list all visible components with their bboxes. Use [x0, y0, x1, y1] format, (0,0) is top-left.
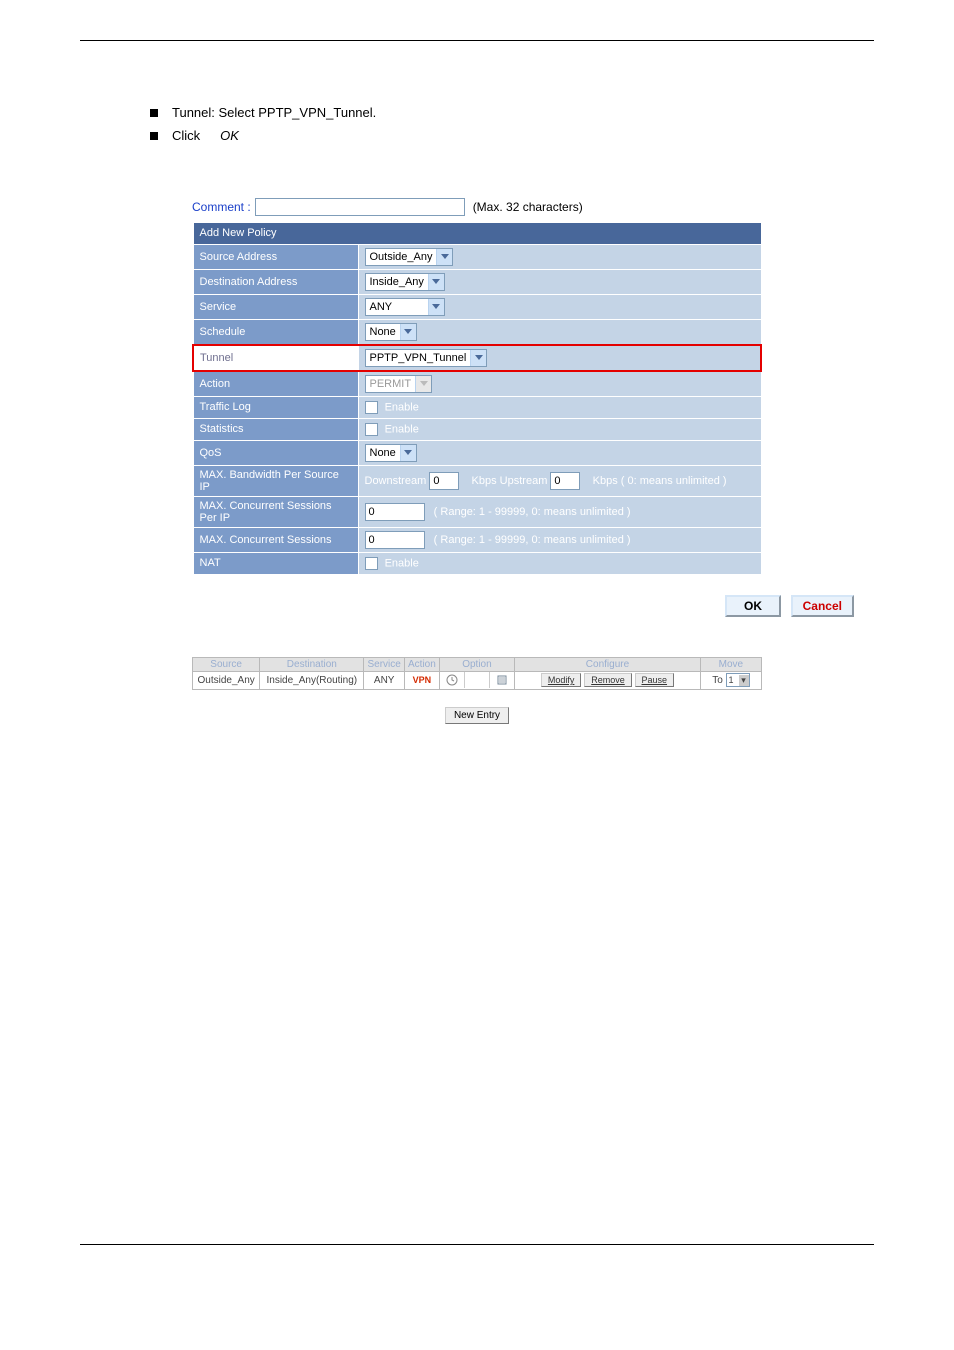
traffic-log-checkbox[interactable] — [365, 401, 378, 414]
service-label: Service — [193, 294, 358, 319]
service-select[interactable]: ANY — [365, 298, 445, 316]
enable-label: Enable — [385, 557, 419, 569]
enable-label: Enable — [385, 401, 419, 413]
chevron-down-icon — [436, 249, 452, 265]
move-select[interactable]: 1 ▾ — [726, 673, 750, 687]
traffic-log-label: Traffic Log — [193, 396, 358, 418]
new-entry-button[interactable]: New Entry — [445, 707, 509, 724]
cell-action: VPN — [413, 675, 432, 685]
cancel-button[interactable]: Cancel — [791, 595, 854, 617]
bullet-icon — [150, 132, 158, 140]
bullet-icon — [150, 109, 158, 117]
comment-input[interactable] — [255, 198, 465, 216]
statistics-checkbox[interactable] — [365, 423, 378, 436]
chevron-down-icon — [400, 445, 416, 461]
col-source: Source — [193, 657, 260, 671]
max-sessions-label: MAX. Concurrent Sessions — [193, 527, 358, 552]
ok-button[interactable]: OK — [725, 595, 781, 617]
bandwidth-note: Kbps ( 0: means unlimited ) — [593, 475, 727, 487]
chevron-down-icon — [400, 324, 416, 340]
schedule-select[interactable]: None — [365, 323, 417, 341]
schedule-label: Schedule — [193, 319, 358, 345]
sessions-note: ( Range: 1 - 99999, 0: means unlimited ) — [434, 534, 631, 546]
bullet-list: Tunnel: Select PPTP_VPN_Tunnel. Click OK — [150, 101, 954, 148]
col-configure: Configure — [515, 657, 701, 671]
modify-button[interactable]: Modify — [541, 673, 582, 687]
pause-button[interactable]: Pause — [635, 673, 675, 687]
tunnel-select[interactable]: PPTP_VPN_Tunnel — [365, 349, 488, 367]
enable-label: Enable — [385, 423, 419, 435]
cell-source: Outside_Any — [193, 671, 260, 689]
action-label: Action — [193, 371, 358, 397]
col-destination: Destination — [260, 657, 364, 671]
chevron-down-icon — [415, 376, 431, 392]
policy-list: Source Destination Service Action Option… — [192, 657, 762, 724]
source-select[interactable]: Outside_Any — [365, 248, 454, 266]
qos-select[interactable]: None — [365, 444, 417, 462]
col-action: Action — [405, 657, 440, 671]
source-label: Source Address — [193, 244, 358, 269]
col-move: Move — [700, 657, 761, 671]
upstream-label: Kbps Upstream — [472, 475, 548, 487]
remove-button[interactable]: Remove — [584, 673, 632, 687]
bullet-text: Click — [172, 124, 200, 147]
chevron-down-icon: ▾ — [739, 675, 749, 686]
max-sessions-input[interactable] — [365, 531, 425, 549]
qos-label: QoS — [193, 440, 358, 465]
max-sessions-ip-input[interactable] — [365, 503, 425, 521]
bullet-emphasis: OK — [220, 124, 239, 147]
form-header: Add New Policy — [193, 222, 761, 244]
max-bandwidth-label: MAX. Bandwidth Per Source IP — [193, 465, 358, 496]
nat-checkbox[interactable] — [365, 557, 378, 570]
action-select[interactable]: PERMIT — [365, 375, 433, 393]
chevron-down-icon — [428, 299, 444, 315]
table-row: Outside_Any Inside_Any(Routing) ANY VPN … — [193, 671, 762, 689]
move-to-label: To — [712, 675, 723, 686]
upstream-input[interactable] — [550, 472, 580, 490]
nat-label: NAT — [193, 552, 358, 574]
tunnel-label: Tunnel — [193, 345, 358, 371]
chevron-down-icon — [470, 350, 486, 366]
statistics-label: Statistics — [193, 418, 358, 440]
schedule-icon[interactable] — [440, 672, 465, 688]
col-service: Service — [364, 657, 405, 671]
col-option: Option — [439, 657, 514, 671]
downstream-input[interactable] — [429, 472, 459, 490]
destination-label: Destination Address — [193, 269, 358, 294]
chevron-down-icon — [428, 274, 444, 290]
sessions-ip-note: ( Range: 1 - 99999, 0: means unlimited ) — [434, 506, 631, 518]
log-icon[interactable] — [490, 672, 514, 688]
bullet-text: Tunnel: Select PPTP_VPN_Tunnel. — [172, 101, 376, 124]
downstream-label: Downstream — [365, 475, 427, 487]
comment-hint: (Max. 32 characters) — [473, 200, 583, 214]
cell-service: ANY — [364, 671, 405, 689]
add-policy-form: Comment : (Max. 32 characters) Add New P… — [192, 198, 762, 575]
max-sessions-ip-label: MAX. Concurrent Sessions Per IP — [193, 496, 358, 527]
comment-label: Comment : — [192, 200, 251, 214]
option-blank — [465, 672, 490, 688]
destination-select[interactable]: Inside_Any — [365, 273, 445, 291]
cell-destination: Inside_Any(Routing) — [260, 671, 364, 689]
